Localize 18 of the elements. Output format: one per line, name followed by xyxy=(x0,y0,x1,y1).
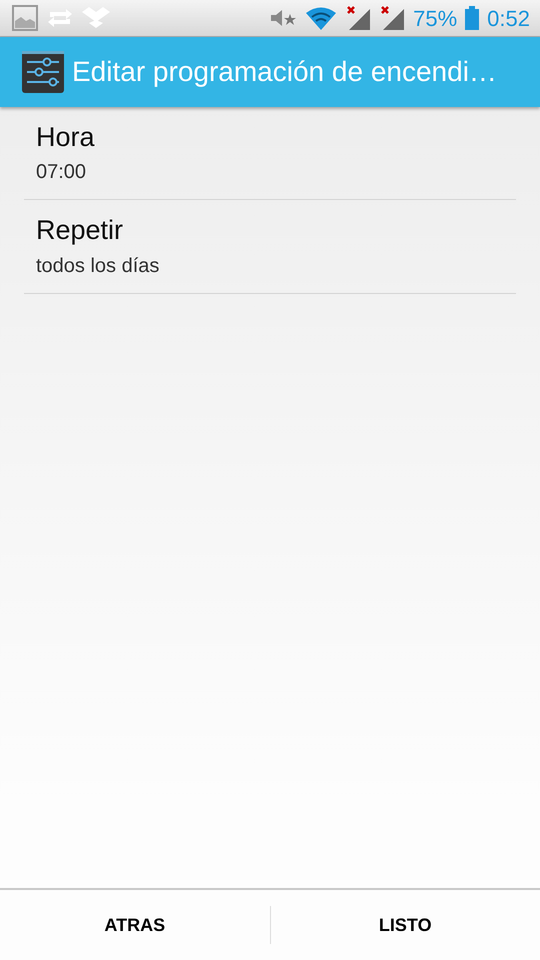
setting-summary: 07:00 xyxy=(36,160,88,186)
sync-icon xyxy=(46,7,74,29)
setting-title: Hora xyxy=(36,121,96,154)
action-button[interactable]: LISTO xyxy=(270,890,540,960)
image-icon xyxy=(12,5,38,31)
wifi-icon xyxy=(305,6,338,30)
signal-icon xyxy=(379,5,406,31)
battery-percent: 75% xyxy=(413,4,458,32)
clock: 0:52 xyxy=(487,4,530,32)
setting-summary: todos los días xyxy=(36,254,160,279)
action-button[interactable]: ATRAS xyxy=(0,890,270,960)
settings-icon xyxy=(22,51,64,93)
setting-title: Repetir xyxy=(36,214,124,247)
mute-icon xyxy=(269,7,298,29)
battery-icon xyxy=(465,6,480,30)
signal-icon xyxy=(345,5,372,31)
box-icon xyxy=(82,5,110,31)
screen-title: Editar programación de encendi… xyxy=(72,55,497,89)
